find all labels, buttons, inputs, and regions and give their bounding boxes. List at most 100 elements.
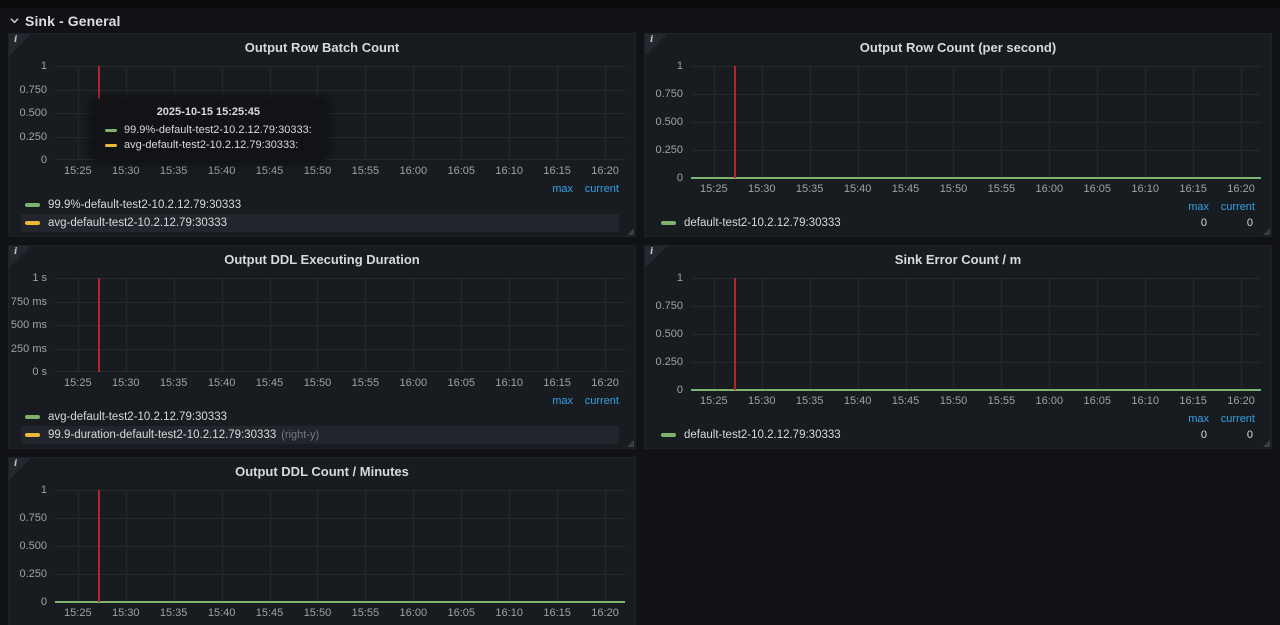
gridline-horizontal <box>55 574 625 575</box>
panel-title-text: Output Row Count (per second) <box>860 40 1056 55</box>
gridline-vertical <box>174 278 175 372</box>
x-axis-tick-label: 16:10 <box>1131 183 1159 195</box>
x-axis: 15:2515:3015:3515:4015:4515:5015:5516:00… <box>691 178 1261 198</box>
x-axis-tick-label: 15:55 <box>352 165 380 177</box>
x-axis-tick-label: 15:35 <box>160 607 188 619</box>
gridline-vertical <box>1049 66 1050 178</box>
legend-row[interactable]: 99.9%-default-test2-10.2.12.79:30333 <box>21 196 619 214</box>
gridline-vertical <box>78 278 79 372</box>
legend-row[interactable]: avg-default-test2-10.2.12.79:30333 <box>21 408 619 426</box>
legend-header-current[interactable]: current <box>573 395 619 407</box>
legend-row[interactable]: avg-default-test2-10.2.12.79:30333 <box>21 214 619 232</box>
panel-title[interactable]: Sink Error Count / m <box>645 246 1271 272</box>
legend-max-value: 0 <box>1161 217 1207 229</box>
legend-header-current[interactable]: current <box>573 183 619 195</box>
x-axis-tick-label: 15:50 <box>304 607 332 619</box>
tooltip-series-label: 99.9%-default-test2-10.2.12.79:30333: <box>124 123 312 138</box>
legend-series-axis-suffix: (right-y) <box>281 429 319 441</box>
plot-area[interactable] <box>55 490 625 602</box>
panel-title[interactable]: Output Row Count (per second) <box>645 34 1271 60</box>
panel-grid: i Output Row Batch Count 10.7500.5000.25… <box>0 33 1280 625</box>
gridline-horizontal <box>691 306 1261 307</box>
gridline-vertical <box>1193 66 1194 178</box>
gridline-horizontal <box>691 150 1261 151</box>
x-axis-tick-label: 15:45 <box>892 395 920 407</box>
panel-title-text: Output Row Batch Count <box>245 40 400 55</box>
legend-header-max[interactable]: max <box>527 183 573 195</box>
gridline-vertical <box>78 66 79 160</box>
x-axis-tick-label: 15:30 <box>112 607 140 619</box>
gridline-vertical <box>365 278 366 372</box>
gridline-vertical <box>1241 278 1242 390</box>
legend-row[interactable]: default-test2-10.2.12.79:3033300 <box>657 214 1255 232</box>
legend-header-current[interactable]: current <box>1209 413 1255 425</box>
x-axis-tick-label: 16:10 <box>1131 395 1159 407</box>
gridline-vertical <box>126 490 127 602</box>
legend-row[interactable]: default-test2-10.2.12.79:3033300 <box>657 426 1255 444</box>
gridline-vertical <box>762 278 763 390</box>
legend-current-value: 0 <box>1207 429 1253 441</box>
panel-title-text: Output DDL Count / Minutes <box>235 464 409 479</box>
y-axis: 10.7500.5000.2500 <box>645 66 691 178</box>
y-axis-tick-label: 250 ms <box>11 343 47 355</box>
gridline-vertical <box>1097 278 1098 390</box>
dashboard-row-header[interactable]: Sink - General <box>0 8 1280 33</box>
panel-title[interactable]: Output DDL Executing Duration <box>9 246 635 272</box>
legend-header-max[interactable]: max <box>1163 413 1209 425</box>
plot-area[interactable] <box>691 278 1261 390</box>
legend-series-label: avg-default-test2-10.2.12.79:30333 <box>48 217 227 229</box>
panel-title[interactable]: Output Row Batch Count <box>9 34 635 60</box>
gridline-vertical <box>810 278 811 390</box>
series-line-at-zero <box>55 601 625 603</box>
panel-resize-handle[interactable] <box>627 440 634 447</box>
x-axis-tick-label: 16:15 <box>543 607 571 619</box>
panel-resize-handle[interactable] <box>1263 228 1270 235</box>
gridline-vertical <box>953 278 954 390</box>
gridline-horizontal <box>55 278 625 279</box>
x-axis: 15:2515:3015:3515:4015:4515:5015:5516:00… <box>55 160 625 180</box>
gridline-horizontal <box>55 490 625 491</box>
legend-header-max[interactable]: max <box>1163 201 1209 213</box>
plot-area[interactable] <box>55 278 625 372</box>
x-axis-tick-label: 16:20 <box>591 607 619 619</box>
gridline-horizontal <box>691 362 1261 363</box>
tooltip-timestamp: 2025-10-15 15:25:45 <box>105 106 312 118</box>
gridline-vertical <box>1001 278 1002 390</box>
legend-series-label: 99.9-duration-default-test2-10.2.12.79:3… <box>48 429 276 441</box>
gridline-vertical <box>906 66 907 178</box>
gridline-vertical <box>557 490 558 602</box>
legend-header-current[interactable]: current <box>1209 201 1255 213</box>
panel-output-row-count: i Output Row Count (per second) 10.7500.… <box>644 33 1272 237</box>
y-axis-tick-label: 0.500 <box>655 328 683 340</box>
gridline-vertical <box>557 278 558 372</box>
gridline-vertical <box>953 66 954 178</box>
x-axis-tick-label: 15:35 <box>160 377 188 389</box>
info-icon: i <box>650 35 653 45</box>
gridline-vertical <box>461 278 462 372</box>
x-axis-tick-label: 16:20 <box>1227 395 1255 407</box>
panel-output-ddl-count: i Output DDL Count / Minutes 10.7500.500… <box>8 457 636 625</box>
chart: 10.7500.5000.2500 2025-10-15 15:25:4599.… <box>9 60 635 160</box>
panel-title[interactable]: Output DDL Count / Minutes <box>9 458 635 484</box>
plot-area[interactable]: 2025-10-15 15:25:45 99.9%-default-test2-1… <box>55 66 625 160</box>
row-title: Sink - General <box>25 13 121 29</box>
legend: maxcurrent99.9%-default-test2-10.2.12.79… <box>9 180 635 236</box>
legend-series-color-dash <box>25 203 40 207</box>
legend-current-value: 0 <box>1207 217 1253 229</box>
x-axis-tick-label: 16:05 <box>1083 395 1111 407</box>
x-axis-tick-label: 15:35 <box>796 395 824 407</box>
y-axis-tick-label: 0.750 <box>19 512 47 524</box>
info-icon: i <box>14 459 17 469</box>
x-axis-tick-label: 15:25 <box>64 607 92 619</box>
gridline-horizontal <box>55 302 625 303</box>
legend-row[interactable]: 99.9-duration-default-test2-10.2.12.79:3… <box>21 426 619 444</box>
legend-header-max[interactable]: max <box>527 395 573 407</box>
legend-series-color-dash <box>661 221 676 225</box>
plot-area[interactable] <box>691 66 1261 178</box>
gridline-horizontal <box>691 334 1261 335</box>
gridline-vertical <box>605 490 606 602</box>
panel-resize-handle[interactable] <box>1263 440 1270 447</box>
legend-series-color-dash <box>25 433 40 437</box>
panel-resize-handle[interactable] <box>627 228 634 235</box>
crosshair-cursor-line <box>98 490 100 602</box>
